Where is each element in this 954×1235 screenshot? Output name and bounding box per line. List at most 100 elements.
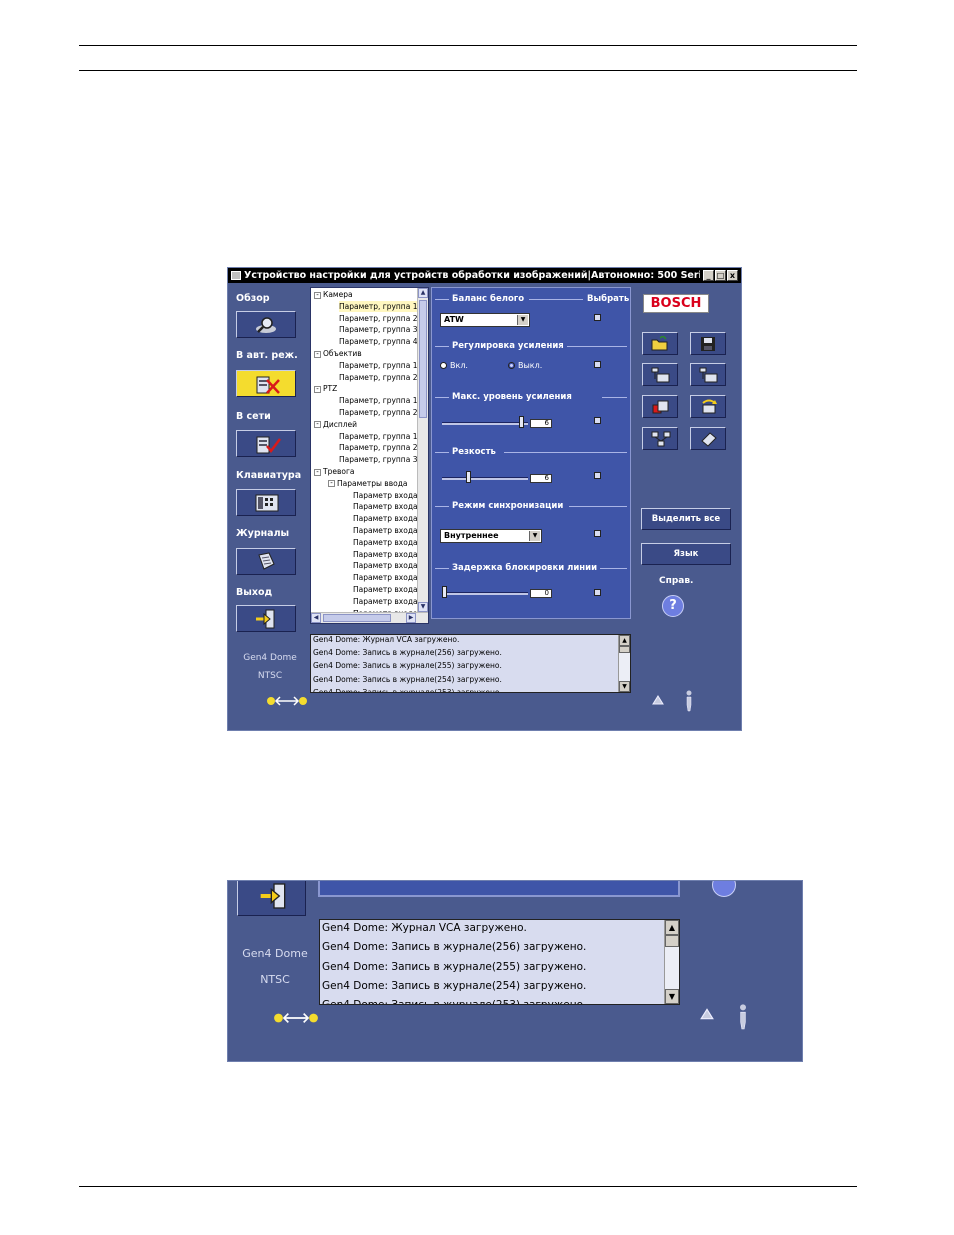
log-scroll-thumb[interactable]: [619, 646, 630, 653]
chevron-down-icon[interactable]: ▼: [517, 315, 528, 325]
overview-button[interactable]: [236, 311, 296, 338]
transfer-button[interactable]: [690, 395, 726, 418]
chevron-down-icon[interactable]: ▼: [529, 531, 540, 541]
tree-vertical-scrollbar[interactable]: ▲ ▼: [417, 288, 428, 613]
keyboard-button[interactable]: [236, 489, 296, 516]
tree-item[interactable]: Параметр, группа 1: [339, 395, 417, 406]
max-gain-slider-track[interactable]: [442, 422, 528, 425]
log-scrollbar[interactable]: ▲ ▼: [618, 635, 630, 692]
tree-item[interactable]: Параметр, группа 1: [339, 360, 417, 371]
select-all-button[interactable]: Выделить все: [641, 508, 731, 530]
open-button[interactable]: [642, 332, 678, 355]
person-icon[interactable]: [737, 1001, 749, 1033]
tree-item[interactable]: Параметр входа: [353, 584, 418, 595]
tree-item[interactable]: Параметр, группа 2: [339, 372, 417, 383]
offline-mode-button[interactable]: [236, 370, 296, 397]
copy-window-button[interactable]: [642, 395, 678, 418]
parameter-tree[interactable]: - Камера Параметр, группа 1 Параметр, групп…: [310, 287, 429, 624]
max-gain-checkbox[interactable]: [594, 417, 601, 424]
tree-item[interactable]: - Камера: [314, 289, 353, 300]
line-lock-delay-slider-track[interactable]: [442, 592, 528, 595]
gain-off-radio[interactable]: Выкл.: [508, 361, 542, 370]
tree-item[interactable]: Параметр, группа 2: [339, 442, 417, 453]
tree-item[interactable]: - Тревога: [314, 466, 355, 477]
tree-scroll-thumb[interactable]: [419, 300, 427, 418]
tree-item[interactable]: Параметр входа: [353, 513, 418, 524]
tree-expander-icon[interactable]: -: [314, 350, 321, 358]
line-lock-delay-checkbox[interactable]: [594, 589, 601, 596]
sharpness-value[interactable]: 6: [530, 474, 552, 483]
white-balance-select[interactable]: ATW ▼: [440, 313, 530, 327]
max-gain-value[interactable]: 6: [530, 419, 552, 428]
tree-expander-icon[interactable]: -: [314, 291, 321, 299]
tree-item[interactable]: Параметр, группа 3: [339, 324, 417, 335]
exit-button-zoomed[interactable]: [237, 881, 306, 916]
log-scroll-up-button[interactable]: ▲: [619, 635, 630, 646]
tree-scroll-right-button[interactable]: ▶: [406, 613, 416, 623]
log-scroll-up-button-zoomed[interactable]: ▲: [665, 920, 679, 935]
tree-horizontal-scrollbar[interactable]: ◀ ▶: [311, 612, 428, 623]
logs-button[interactable]: [236, 548, 296, 575]
tree-item[interactable]: - Объектив: [314, 348, 362, 359]
eraser-button[interactable]: [690, 427, 726, 450]
log-scroll-down-button-zoomed[interactable]: ▼: [665, 989, 679, 1004]
tree-item[interactable]: Параметр, группа 2: [339, 313, 417, 324]
tree-item[interactable]: Параметр, группа 2: [339, 407, 417, 418]
tree-item[interactable]: Параметр входа: [353, 596, 418, 607]
tree-item[interactable]: Параметр входа: [353, 537, 418, 548]
max-gain-slider-thumb[interactable]: [518, 416, 524, 428]
tree-item[interactable]: Параметр, группа 3: [339, 454, 417, 465]
tree-expander-icon[interactable]: -: [314, 468, 321, 476]
tree-item[interactable]: Параметр входа: [353, 525, 418, 536]
close-button[interactable]: x: [727, 270, 738, 281]
sharpness-slider-track[interactable]: [442, 477, 528, 480]
log-scroll-down-button[interactable]: ▼: [619, 681, 630, 692]
sharpness-checkbox[interactable]: [594, 472, 601, 479]
language-button[interactable]: Язык: [641, 543, 731, 565]
sharpness-slider-thumb[interactable]: [466, 471, 472, 483]
tree-item[interactable]: Параметр, группа 4: [339, 336, 417, 347]
tree-scroll-down-button[interactable]: ▼: [418, 602, 428, 612]
tree-item[interactable]: Параметр входа: [353, 490, 418, 501]
tree-item[interactable]: Параметр, группа 1: [339, 300, 418, 312]
tree-expander-icon[interactable]: -: [314, 385, 321, 393]
tree-hscroll-thumb[interactable]: [323, 614, 391, 622]
gain-control-checkbox[interactable]: [594, 361, 601, 368]
minimize-button[interactable]: _: [703, 270, 714, 281]
maximize-button[interactable]: □: [715, 270, 726, 281]
tree-item[interactable]: - Дисплей: [314, 419, 357, 430]
person-icon[interactable]: [684, 690, 694, 712]
exit-button[interactable]: [236, 605, 296, 632]
help-icon-partial[interactable]: [712, 881, 736, 897]
log-panel-zoomed[interactable]: Gen4 Dome: Журнал VCA загружено. Gen4 Dom…: [319, 919, 680, 1005]
log-panel[interactable]: Gen4 Dome: Журнал VCA загружено. Gen4 Dom…: [310, 634, 631, 693]
sync-mode-checkbox[interactable]: [594, 530, 601, 537]
help-icon[interactable]: ?: [662, 595, 684, 617]
log-scrollbar-zoomed[interactable]: ▲ ▼: [664, 920, 679, 1004]
camera-upload-button[interactable]: [690, 363, 726, 386]
tree-item[interactable]: Параметр входа: [353, 501, 418, 512]
tree-item[interactable]: - Параметры ввода: [328, 478, 408, 489]
line-lock-delay-slider-thumb[interactable]: [442, 586, 447, 598]
tree-scroll-left-button[interactable]: ◀: [311, 613, 321, 623]
tree-item[interactable]: Параметр входа: [353, 549, 418, 560]
title-bar[interactable]: Устройство настройки для устройств обраб…: [228, 268, 741, 283]
gain-on-radio[interactable]: Вкл.: [440, 361, 468, 370]
tree-item[interactable]: Параметр входа: [353, 572, 418, 583]
tree-item[interactable]: - PTZ: [314, 383, 337, 394]
tree-expander-icon[interactable]: -: [314, 421, 321, 429]
tree-scroll-up-button[interactable]: ▲: [418, 288, 428, 298]
white-balance-checkbox[interactable]: [594, 314, 601, 321]
log-scroll-thumb-zoomed[interactable]: [665, 935, 679, 947]
tree-item[interactable]: Параметр входа: [353, 560, 418, 571]
tree-expander-icon[interactable]: -: [328, 480, 335, 488]
sync-mode-select[interactable]: Внутреннее ▼: [440, 529, 542, 543]
up-arrow-icon[interactable]: [652, 695, 664, 705]
line-lock-delay-value[interactable]: 0: [530, 589, 552, 598]
up-arrow-icon[interactable]: [700, 1007, 714, 1021]
online-mode-button[interactable]: [236, 430, 296, 457]
camera-download-button[interactable]: [642, 363, 678, 386]
save-button[interactable]: [690, 332, 726, 355]
network-button[interactable]: [642, 427, 678, 450]
tree-item[interactable]: Параметр, группа 1: [339, 431, 417, 442]
